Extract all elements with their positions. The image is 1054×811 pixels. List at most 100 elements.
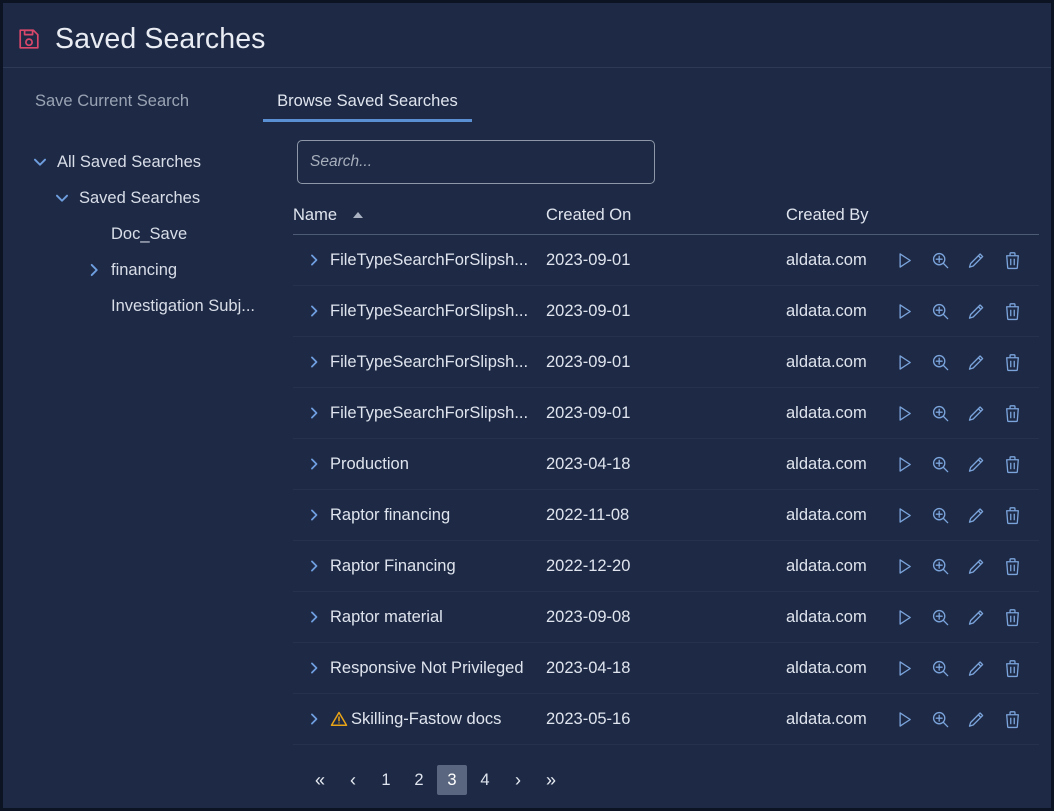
chevron-right-icon[interactable]	[304, 403, 324, 423]
table-row[interactable]: Skilling-Fastow docs 2023-05-16 aldata.com	[293, 693, 1039, 745]
cell-name[interactable]: FileTypeSearchForSlipsh...	[293, 234, 546, 286]
table-row[interactable]: FileTypeSearchForSlipsh... 2023-09-01 alda…	[293, 336, 1039, 388]
cell-name[interactable]: Raptor material	[293, 591, 546, 643]
delete-search-icon[interactable]	[994, 500, 1030, 530]
cell-name[interactable]: FileTypeSearchForSlipsh...	[293, 387, 546, 439]
pagination-last-button[interactable]: »	[536, 765, 566, 795]
cell-name[interactable]: Raptor financing	[293, 489, 546, 541]
column-header-name[interactable]: Name	[293, 206, 546, 235]
preview-search-icon[interactable]	[922, 500, 958, 530]
edit-search-icon[interactable]	[958, 449, 994, 479]
edit-search-icon[interactable]	[958, 347, 994, 377]
run-search-icon[interactable]	[886, 500, 922, 530]
chevron-right-icon[interactable]	[304, 250, 324, 270]
run-search-icon[interactable]	[886, 704, 922, 734]
delete-search-icon[interactable]	[994, 449, 1030, 479]
chevron-right-icon[interactable]	[304, 454, 324, 474]
edit-search-icon[interactable]	[958, 704, 994, 734]
edit-search-icon[interactable]	[958, 602, 994, 632]
preview-search-icon[interactable]	[922, 551, 958, 581]
chevron-right-icon[interactable]	[304, 556, 324, 576]
table-row[interactable]: Production 2023-04-18 aldata.com	[293, 438, 1039, 490]
sort-ascending-icon[interactable]	[352, 211, 363, 218]
chevron-right-icon[interactable]	[83, 259, 105, 281]
preview-search-icon[interactable]	[922, 245, 958, 275]
chevron-right-icon[interactable]	[304, 505, 324, 525]
row-actions	[886, 653, 1030, 683]
delete-search-icon[interactable]	[994, 704, 1030, 734]
edit-search-icon[interactable]	[958, 296, 994, 326]
delete-search-icon[interactable]	[994, 653, 1030, 683]
cell-name[interactable]: FileTypeSearchForSlipsh...	[293, 336, 546, 388]
table-row[interactable]: Raptor financing 2022-11-08 aldata.com	[293, 489, 1039, 541]
edit-search-icon[interactable]	[958, 398, 994, 428]
cell-name[interactable]: Skilling-Fastow docs	[293, 693, 546, 745]
pagination-page-2[interactable]: 2	[404, 765, 434, 795]
run-search-icon[interactable]	[886, 347, 922, 377]
table-row[interactable]: Responsive Not Privileged 2023-04-18 aldat…	[293, 642, 1039, 694]
edit-search-icon[interactable]	[958, 245, 994, 275]
edit-search-icon[interactable]	[958, 653, 994, 683]
run-search-icon[interactable]	[886, 449, 922, 479]
table-row[interactable]: Raptor material 2023-09-08 aldata.com	[293, 591, 1039, 643]
cell-name[interactable]: Raptor Financing	[293, 540, 546, 592]
delete-search-icon[interactable]	[994, 296, 1030, 326]
cell-name[interactable]: Responsive Not Privileged	[293, 642, 546, 694]
run-search-icon[interactable]	[886, 653, 922, 683]
tab-browse-saved-searches[interactable]: Browse Saved Searches	[263, 91, 472, 122]
tree-item-all-saved-searches[interactable]: All Saved Searches	[29, 144, 293, 180]
cell-created-on: 2022-12-20	[546, 540, 786, 592]
tab-save-current-search[interactable]: Save Current Search	[35, 91, 203, 122]
delete-search-icon[interactable]	[994, 347, 1030, 377]
table-row[interactable]: FileTypeSearchForSlipsh... 2023-09-01 alda…	[293, 387, 1039, 439]
pagination-page-3[interactable]: 3	[437, 765, 467, 795]
edit-search-icon[interactable]	[958, 551, 994, 581]
table-row[interactable]: FileTypeSearchForSlipsh... 2023-09-01 alda…	[293, 234, 1039, 286]
preview-search-icon[interactable]	[922, 653, 958, 683]
chevron-right-icon[interactable]	[304, 658, 324, 678]
column-header-created-on[interactable]: Created On	[546, 206, 786, 235]
pagination-first-button[interactable]: «	[305, 765, 335, 795]
preview-search-icon[interactable]	[922, 704, 958, 734]
run-search-icon[interactable]	[886, 398, 922, 428]
delete-search-icon[interactable]	[994, 602, 1030, 632]
edit-search-icon[interactable]	[958, 500, 994, 530]
run-search-icon[interactable]	[886, 602, 922, 632]
run-search-icon[interactable]	[886, 551, 922, 581]
preview-search-icon[interactable]	[922, 398, 958, 428]
pagination-page-1[interactable]: 1	[371, 765, 401, 795]
search-input[interactable]	[297, 140, 655, 184]
table-row[interactable]: FileTypeSearchForSlipsh... 2023-09-01 alda…	[293, 285, 1039, 337]
delete-search-icon[interactable]	[994, 551, 1030, 581]
pagination-next-button[interactable]: ›	[503, 765, 533, 795]
cell-name[interactable]: Production	[293, 438, 546, 490]
created-on-value: 2022-11-08	[546, 505, 630, 524]
preview-search-icon[interactable]	[922, 449, 958, 479]
tree-item-saved-searches[interactable]: Saved Searches	[29, 180, 293, 216]
tree-item-financing[interactable]: financing	[29, 252, 293, 288]
table-row[interactable]: Raptor Financing 2022-12-20 aldata.com	[293, 540, 1039, 592]
pagination-prev-button[interactable]: ‹	[338, 765, 368, 795]
chevron-right-icon[interactable]	[304, 352, 324, 372]
delete-search-icon[interactable]	[994, 398, 1030, 428]
chevron-right-icon[interactable]	[304, 709, 324, 729]
pagination-page-4[interactable]: 4	[470, 765, 500, 795]
preview-search-icon[interactable]	[922, 602, 958, 632]
chevron-right-icon[interactable]	[304, 607, 324, 627]
cell-created-by: aldata.com	[786, 693, 1039, 745]
created-on-value: 2023-09-08	[546, 607, 631, 626]
created-by-value: aldata.com	[786, 352, 867, 371]
delete-search-icon[interactable]	[994, 245, 1030, 275]
chevron-down-icon[interactable]	[51, 187, 73, 209]
preview-search-icon[interactable]	[922, 347, 958, 377]
tree-item-investigation-subject[interactable]: Investigation Subj...	[29, 288, 293, 324]
chevron-down-icon[interactable]	[29, 151, 51, 173]
chevron-right-icon[interactable]	[304, 301, 324, 321]
created-by-value: aldata.com	[786, 556, 867, 575]
run-search-icon[interactable]	[886, 245, 922, 275]
cell-name[interactable]: FileTypeSearchForSlipsh...	[293, 285, 546, 337]
column-header-created-by[interactable]: Created By	[786, 206, 1039, 235]
preview-search-icon[interactable]	[922, 296, 958, 326]
run-search-icon[interactable]	[886, 296, 922, 326]
tree-item-doc-save[interactable]: Doc_Save	[29, 216, 293, 252]
